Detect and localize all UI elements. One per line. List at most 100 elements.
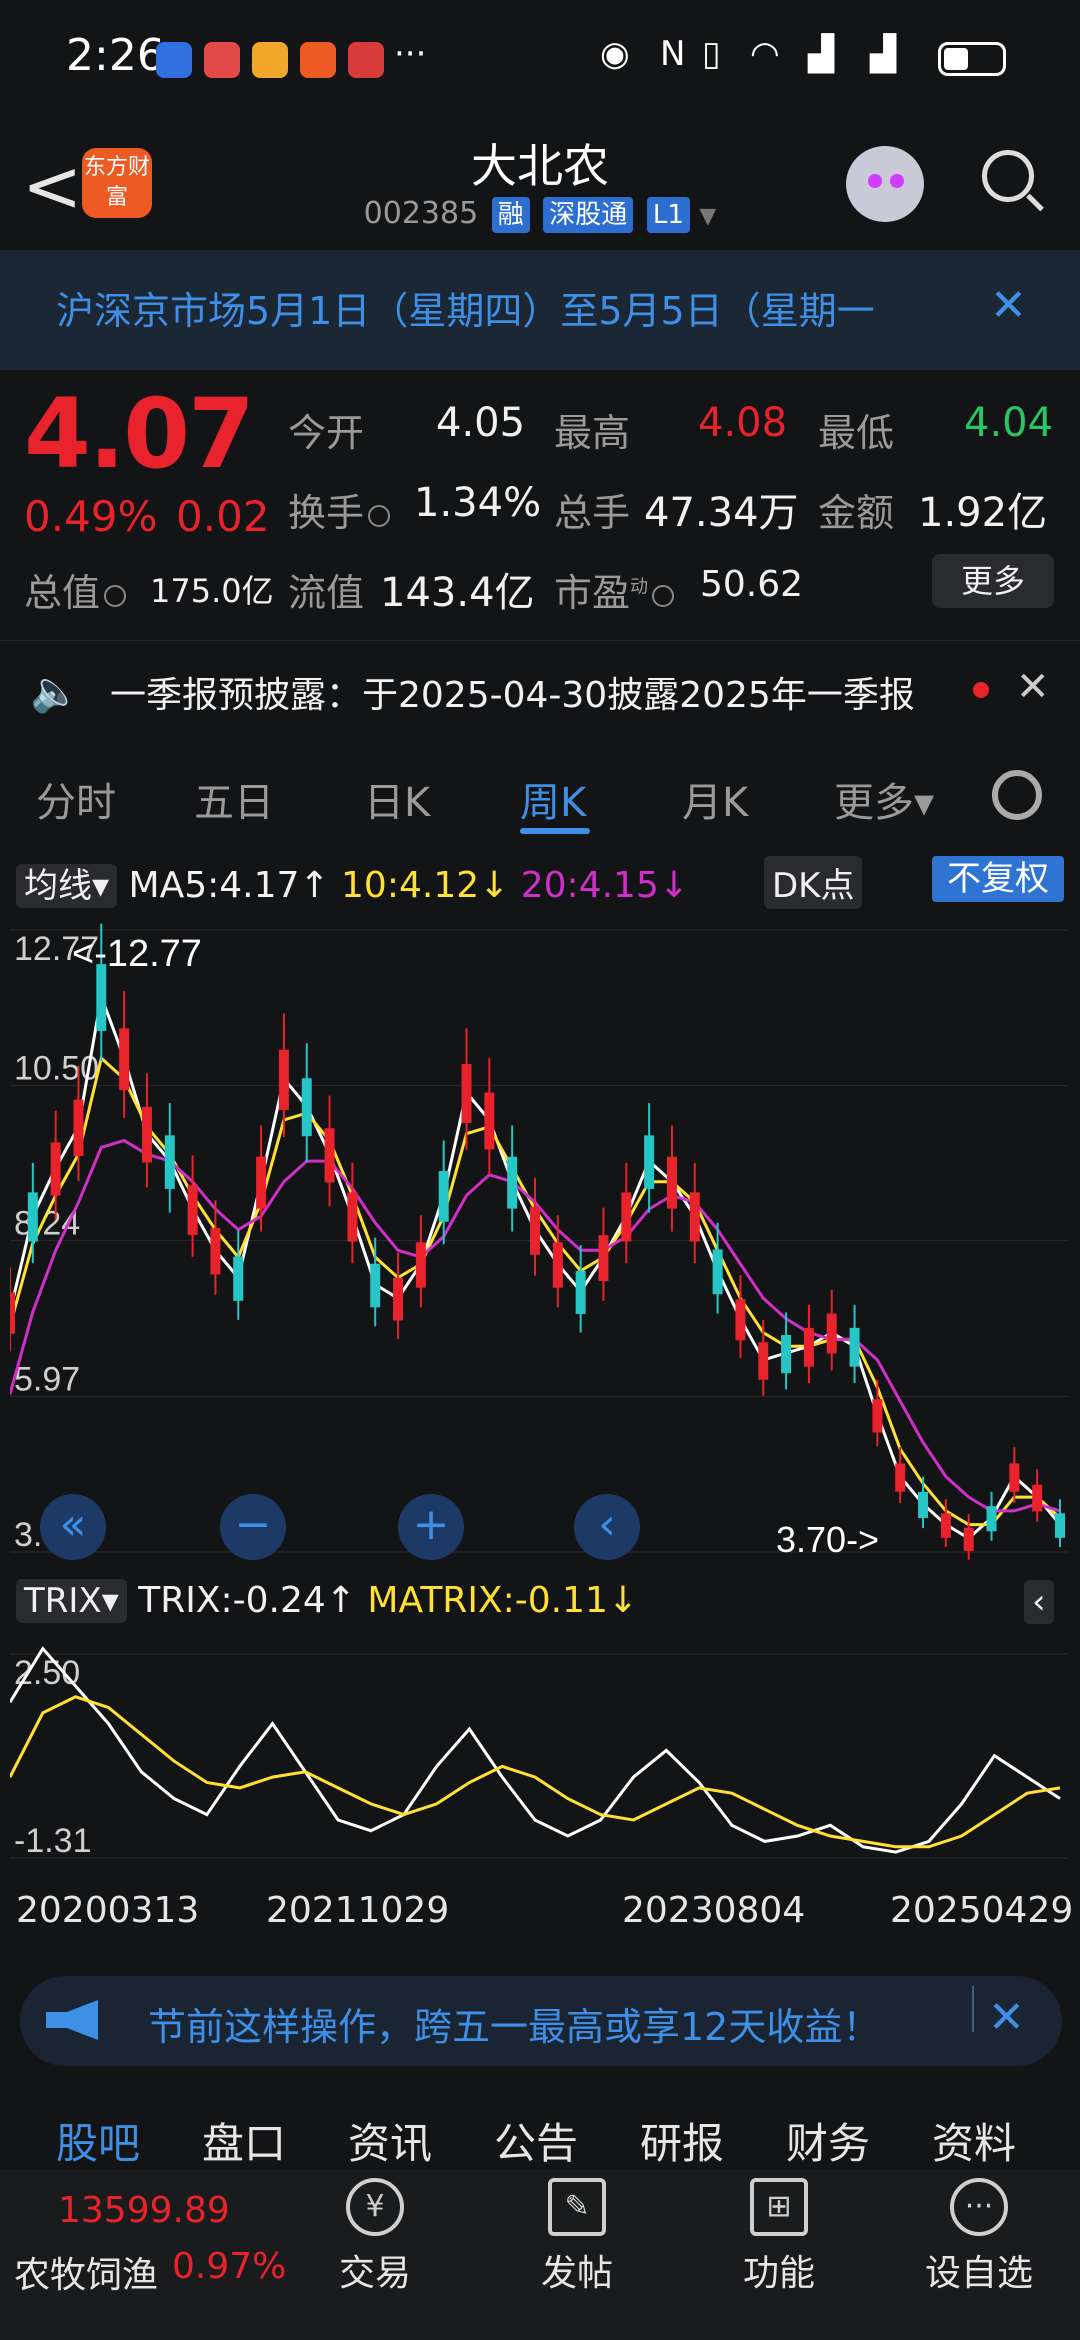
candle-body <box>712 1249 723 1295</box>
tab-more[interactable]: 更多▾ <box>834 770 934 828</box>
book-app-icon <box>204 42 240 78</box>
high-label: 最高 <box>554 411 631 455</box>
candle-body <box>666 1156 677 1209</box>
candle-body <box>986 1506 997 1532</box>
zoom-in-icon[interactable]: + <box>398 1494 464 1560</box>
close-icon[interactable]: ✕ <box>1016 664 1050 710</box>
trade-icon[interactable]: ¥ <box>346 2178 404 2236</box>
candle-body <box>1055 1513 1065 1538</box>
pe-value: 50.62 <box>700 564 804 605</box>
pe-label: 市盈动 <box>554 562 675 617</box>
max-price-label: <-12.77 <box>72 933 202 975</box>
tab-finance[interactable]: 财务 <box>786 2110 870 2171</box>
tag-connect: 深股通 <box>543 197 634 233</box>
battery-icon <box>938 42 1006 76</box>
vibrate-icon: ▯ <box>702 34 721 74</box>
more-quote-button[interactable]: 更多 <box>932 554 1054 608</box>
robot-assistant-icon[interactable] <box>846 146 924 222</box>
series-line-matrix <box>10 1695 1061 1849</box>
candle-body <box>1009 1463 1020 1492</box>
open-value: 4.05 <box>436 400 526 446</box>
unread-dot <box>973 682 989 698</box>
candle-body <box>826 1313 837 1354</box>
min-price-label: 3.70-> <box>776 1519 879 1560</box>
sector-index-name[interactable]: 农牧饲渔 <box>14 2246 158 2298</box>
turnover-value: 1.34% <box>414 480 542 526</box>
low-label: 最低 <box>818 411 895 455</box>
candle-body <box>164 1135 175 1189</box>
candle-body <box>27 1192 38 1242</box>
candle-body <box>50 1142 61 1196</box>
trade-button[interactable]: 交易 <box>300 2244 450 2296</box>
tab-announcements[interactable]: 公告 <box>494 2110 578 2171</box>
collapse-icon[interactable]: ‹ <box>1024 1580 1054 1624</box>
high-value: 4.08 <box>698 400 788 446</box>
eye-icon: ◉ <box>600 34 630 74</box>
signal-5g-icon: ▟ <box>808 34 835 74</box>
candle-body <box>507 1156 518 1209</box>
candle-body <box>347 1192 358 1242</box>
report-notice-text: 一季报预披露：于2025-04-30披露2025年一季报 <box>110 675 915 716</box>
tab-intraday[interactable]: 分时 <box>36 770 116 828</box>
candle-body <box>210 1228 221 1275</box>
market-notice-banner[interactable]: 沪深京市场5月1日（星期四）至5月5日（星期一 ✕ <box>0 250 1080 370</box>
signal-icon: ▟ <box>870 34 897 74</box>
candle-body <box>872 1399 883 1433</box>
close-icon[interactable]: ✕ <box>990 280 1027 331</box>
ma20-readout: 20:4.15↓ <box>520 865 690 906</box>
indicator-select[interactable]: 均线▾ <box>16 864 118 908</box>
x-tick-label: 20230804 <box>622 1890 806 1931</box>
x-tick-label: 20250429 <box>890 1890 1074 1931</box>
tag-level: L1 <box>646 197 690 233</box>
scroll-left-icon[interactable]: ‹ <box>574 1494 640 1560</box>
candle-body <box>10 1292 15 1334</box>
tab-weekly-k[interactable]: 周K <box>520 770 586 828</box>
add-watchlist-button[interactable]: 设自选 <box>904 2244 1054 2296</box>
status-time: 2:26 <box>66 30 165 81</box>
sector-index-change: 0.97% <box>172 2246 287 2287</box>
huawei-mall-icon <box>348 42 384 78</box>
add-watchlist-icon[interactable]: ··· <box>950 2178 1008 2236</box>
volume-label: 总手 <box>554 491 631 535</box>
functions-button[interactable]: 功能 <box>704 2244 854 2296</box>
tab-news[interactable]: 资讯 <box>348 2110 432 2171</box>
trix-chart[interactable]: 2.50 -1.31 <box>10 1636 1068 1872</box>
tab-monthly-k[interactable]: 月K <box>682 770 748 828</box>
dk-points-button[interactable]: DK点 <box>764 856 863 909</box>
speaker-icon: 🔈 <box>30 669 80 715</box>
y-tick-label: 5.97 <box>14 1360 80 1398</box>
post-button[interactable]: 发帖 <box>502 2244 652 2296</box>
candle-body <box>141 1106 152 1163</box>
baidu-icon <box>156 42 192 78</box>
post-icon[interactable]: ✎ <box>548 2178 606 2236</box>
tab-daily-k[interactable]: 日K <box>364 770 430 828</box>
sector-index-value[interactable]: 13599.89 <box>58 2190 230 2231</box>
candle-body <box>644 1135 655 1189</box>
tab-five-day[interactable]: 五日 <box>194 770 274 828</box>
candle-body <box>324 1128 335 1183</box>
zoom-out-icon[interactable]: − <box>220 1494 286 1560</box>
amount-label: 金额 <box>818 491 895 535</box>
kline-chart[interactable]: 12.7710.508.245.973.70<-12.773.70-> <box>10 912 1068 1572</box>
candle-body <box>918 1491 929 1519</box>
gear-icon[interactable] <box>992 770 1042 820</box>
tab-forum[interactable]: 股吧 <box>56 2110 140 2171</box>
tab-research[interactable]: 研报 <box>640 2110 724 2171</box>
candle-body <box>484 1092 495 1150</box>
candle-body <box>758 1342 769 1380</box>
rewind-icon[interactable]: « <box>40 1494 106 1560</box>
functions-icon[interactable]: ⊞ <box>750 2178 808 2236</box>
search-icon[interactable] <box>982 150 1034 202</box>
app-notify-icon <box>300 42 336 78</box>
promo-text[interactable]: 节前这样操作，跨五一最高或享12天收益！ <box>148 1996 880 2051</box>
close-icon[interactable]: ✕ <box>988 1992 1025 2043</box>
tab-orderbook[interactable]: 盘口 <box>202 2110 286 2171</box>
series-line-trix <box>10 1646 1061 1854</box>
trix-indicator-select[interactable]: TRIX▾ <box>16 1579 127 1623</box>
tab-profile[interactable]: 资料 <box>932 2110 1016 2171</box>
low-value: 4.04 <box>964 400 1054 446</box>
info-icon <box>368 504 391 527</box>
no-adjust-button[interactable]: 不复权 <box>932 856 1064 902</box>
tag-margin: 融 <box>491 197 530 233</box>
candle-body <box>598 1235 609 1282</box>
